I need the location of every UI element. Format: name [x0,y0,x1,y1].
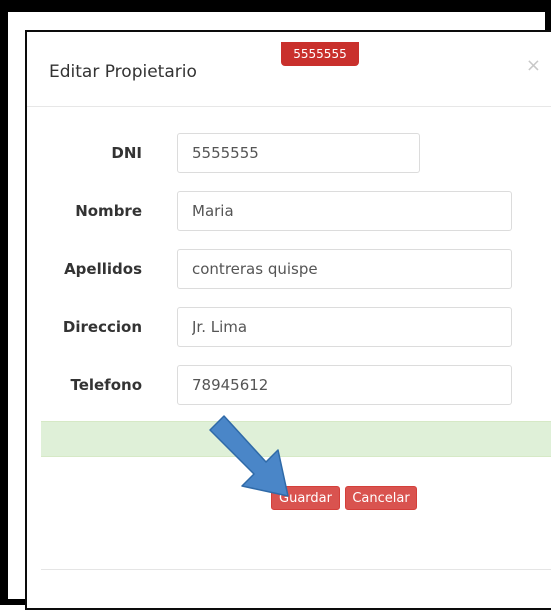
nombre-input[interactable] [177,191,512,231]
telefono-label: Telefono [70,376,142,394]
edit-owner-modal: Editar Propietario × 5555555 DNI Nombre … [25,30,551,610]
close-icon[interactable]: × [526,57,541,75]
cancel-button[interactable]: Cancelar [345,486,417,510]
modal-title: Editar Propietario [49,62,197,82]
apellidos-input[interactable] [177,249,512,289]
form-row-apellidos: Apellidos [27,249,551,289]
modal-footer-divider [41,569,551,570]
direccion-label: Direccion [62,318,142,336]
notification-badge: 5555555 [281,42,359,66]
direccion-input[interactable] [177,307,512,347]
apellidos-label: Apellidos [64,260,142,278]
nombre-label: Nombre [75,202,142,220]
dni-label: DNI [111,144,142,162]
form-row-dni: DNI [27,133,551,173]
form-row-nombre: Nombre [27,191,551,231]
screenshot-frame: Editar Propietario × 5555555 DNI Nombre … [0,0,551,610]
form-row-direccion: Direccion [27,307,551,347]
telefono-input[interactable] [177,365,512,405]
arrow-pointer-icon [209,415,289,497]
form-row-telefono: Telefono [27,365,551,405]
dni-input[interactable] [177,133,420,173]
